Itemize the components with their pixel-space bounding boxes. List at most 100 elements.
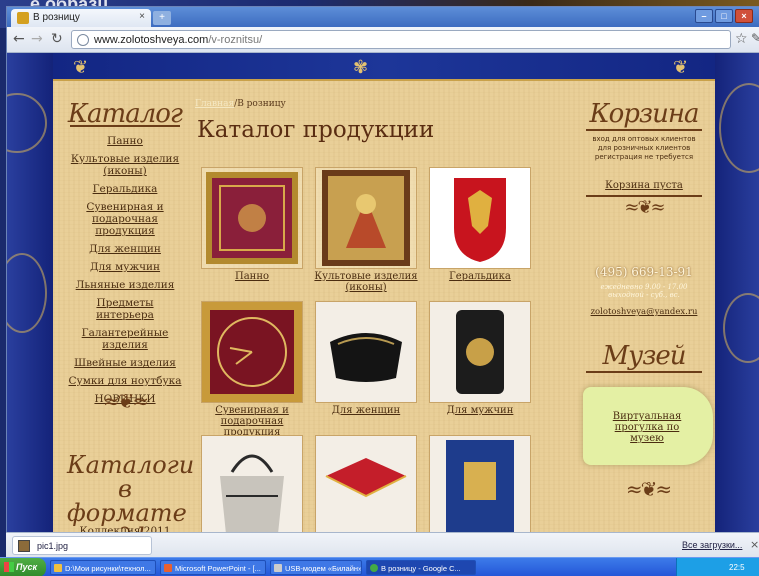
taskbar: Пуск D:\Мои рисунки\технол... Microsoft … xyxy=(0,557,759,576)
right-sidebar: Корзина вход для оптовых клиентов для ро… xyxy=(581,99,707,373)
powerpoint-icon xyxy=(164,564,172,572)
menu-item-souvenirs[interactable]: Сувенирная и подарочная продукция xyxy=(67,201,183,237)
menu-item-women[interactable]: Для женщин xyxy=(67,243,183,255)
site-content: ❦ ✾ ❦ Каталог Панно Культовые изделия (и… xyxy=(53,53,715,533)
all-downloads-link[interactable]: Все загрузки... xyxy=(682,540,742,550)
decor-swirl xyxy=(719,83,759,173)
product-card-tablecloth[interactable] xyxy=(315,435,417,533)
product-card-bag[interactable] xyxy=(201,435,303,533)
breadcrumb-home-link[interactable]: Главная xyxy=(195,99,234,109)
menu-item-linen[interactable]: Льняные изделия xyxy=(67,279,183,291)
decor-swirl xyxy=(7,93,47,153)
scroll-ornament-icon: ≈❦≈ xyxy=(624,197,665,218)
menu-item-sewing[interactable]: Швейные изделия xyxy=(67,357,183,369)
decor-swirl xyxy=(723,293,759,363)
minimize-button[interactable]: – xyxy=(695,9,713,23)
menu-item-panno[interactable]: Панно xyxy=(67,135,183,147)
product-image xyxy=(316,302,416,402)
back-arrow-icon[interactable]: ← xyxy=(13,32,25,46)
page-info-icon[interactable] xyxy=(77,34,89,46)
product-caption-icons[interactable]: Культовые изделия (иконы) xyxy=(311,271,421,293)
image-file-icon xyxy=(18,540,30,552)
taskbar-item-folder[interactable]: D:\Мои рисунки\технол... xyxy=(50,560,156,575)
heading-rule xyxy=(586,129,702,131)
forward-arrow-icon[interactable]: → xyxy=(31,32,43,46)
museum-heading: Музей xyxy=(602,341,686,371)
downloads-bar: pic1.jpg Все загрузки... × xyxy=(6,532,759,557)
windows-logo-icon xyxy=(4,562,14,572)
product-caption-men[interactable]: Для мужчин xyxy=(425,405,535,416)
menu-item-men[interactable]: Для мужчин xyxy=(67,261,183,273)
product-card-icons[interactable] xyxy=(315,167,417,269)
cart-note-registration: регистрация не требуется xyxy=(594,153,694,161)
virtual-tour-button[interactable]: Виртуальная прогулка по музею xyxy=(583,387,713,465)
wrench-menu-icon[interactable]: ✎ xyxy=(751,31,759,45)
folder-icon xyxy=(54,564,62,572)
maximize-button[interactable]: □ xyxy=(715,9,733,23)
taskbar-item-powerpoint[interactable]: Microsoft PowerPoint - [... xyxy=(160,560,266,575)
product-card-souvenirs[interactable] xyxy=(201,301,303,403)
header-band: ❦ ✾ ❦ xyxy=(53,53,715,81)
clock: 22:5 xyxy=(729,563,745,572)
menu-item-haberdashery[interactable]: Галантерейные изделия xyxy=(67,327,183,351)
menu-item-interior[interactable]: Предметы интерьера xyxy=(67,297,183,321)
menu-item-icons[interactable]: Культовые изделия (иконы) xyxy=(67,153,183,177)
product-card-panno[interactable] xyxy=(201,167,303,269)
menu-item-heraldry[interactable]: Геральдика xyxy=(67,183,183,195)
product-caption-souvenirs[interactable]: Сувенирная и подарочная продукция xyxy=(197,405,307,438)
product-caption-women[interactable]: Для женщин xyxy=(311,405,421,416)
ornament-icon: ❦ xyxy=(673,57,689,78)
product-image xyxy=(316,436,416,533)
breadcrumb-current: /В розницу xyxy=(234,99,286,109)
product-caption-panno[interactable]: Панно xyxy=(197,271,307,282)
virtual-tour-label: Виртуальная прогулка по музею xyxy=(612,411,682,444)
hours-weekend: выходной - суб., вс. xyxy=(608,291,680,299)
taskbar-item-chrome[interactable]: В розницу - Google C... xyxy=(366,560,476,575)
product-card-album[interactable] xyxy=(429,435,531,533)
start-button[interactable]: Пуск xyxy=(0,558,46,576)
system-tray: 22:5 xyxy=(676,558,759,576)
tab-close-icon[interactable]: × xyxy=(139,11,145,22)
download-item[interactable]: pic1.jpg xyxy=(12,536,152,555)
ornament-icon: ❦ xyxy=(73,57,89,78)
pdf-catalogs-heading: Каталоги в формате пдф xyxy=(67,451,195,533)
taskbar-item-label: USB-модем «Билайн» xyxy=(285,564,362,573)
scroll-ornament-icon: ≈❦≈ xyxy=(102,389,149,413)
cart-note-wholesale[interactable]: вход для оптовых клиентов xyxy=(581,135,707,144)
title-bar: В розницу × + – □ × xyxy=(7,7,759,27)
product-card-men[interactable] xyxy=(429,301,531,403)
bookmark-star-icon[interactable]: ☆ xyxy=(735,31,748,47)
url-path: /v-roznitsu/ xyxy=(208,34,263,46)
menu-item-laptop-bags[interactable]: Сумки для ноутбука xyxy=(67,375,183,387)
new-tab-button[interactable]: + xyxy=(153,11,171,25)
close-window-button[interactable]: × xyxy=(735,9,753,23)
cart-empty-link[interactable]: Корзина пуста xyxy=(581,180,707,191)
phone-number: (495) 669-13-91 xyxy=(595,265,693,279)
ornament-icon: ✾ xyxy=(353,57,369,78)
product-caption-heraldry[interactable]: Геральдика xyxy=(425,271,535,282)
catalog-heading: Каталог xyxy=(67,99,183,129)
modem-icon xyxy=(274,564,282,572)
taskbar-item-label: Microsoft PowerPoint - [... xyxy=(175,564,261,573)
hours-weekday: ежедневно 9.00 - 17.00 xyxy=(600,283,688,291)
product-image xyxy=(430,168,530,268)
tab-title: В розницу xyxy=(33,12,80,23)
browser-tab[interactable]: В розницу × xyxy=(11,9,151,27)
product-card-women[interactable] xyxy=(315,301,417,403)
browser-window: В розницу × + – □ × ← → ↻ www.zolotoshve… xyxy=(6,6,759,533)
address-bar[interactable]: www.zolotoshveya.com/v-roznitsu/ xyxy=(71,30,731,49)
catalog-menu: Панно Культовые изделия (иконы) Геральди… xyxy=(67,135,183,405)
taskbar-item-modem[interactable]: USB-модем «Билайн» xyxy=(270,560,362,575)
product-image xyxy=(206,172,298,264)
product-image xyxy=(202,436,302,533)
reload-icon[interactable]: ↻ xyxy=(51,32,63,46)
product-card-heraldry[interactable] xyxy=(429,167,531,269)
email-link[interactable]: zolotoshveya@yandex.ru xyxy=(581,307,707,317)
heading-rule xyxy=(586,371,702,373)
browser-toolbar: ← → ↻ www.zolotoshveya.com/v-roznitsu/ ☆… xyxy=(7,27,759,53)
product-image xyxy=(322,170,410,266)
close-downloads-icon[interactable]: × xyxy=(750,538,759,551)
breadcrumb: Главная/В розницу xyxy=(195,99,286,109)
taskbar-item-label: D:\Мои рисунки\технол... xyxy=(65,564,151,573)
product-image xyxy=(430,436,530,533)
